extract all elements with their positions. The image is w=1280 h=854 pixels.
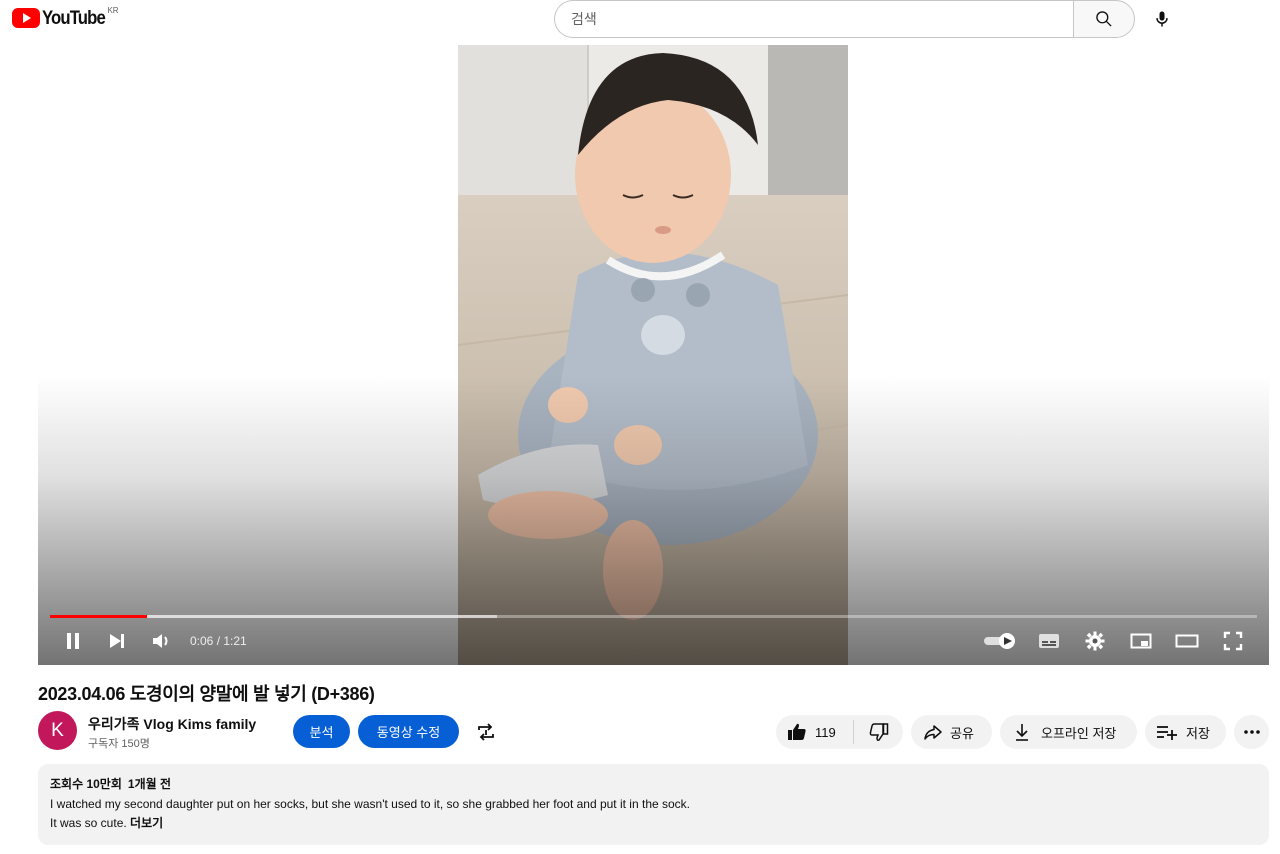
description-meta: 조회수 10만회 1개월 전: [50, 775, 1257, 795]
settings-button[interactable]: [1082, 627, 1108, 655]
fullscreen-icon: [1223, 631, 1243, 651]
description-box[interactable]: 조회수 10만회 1개월 전 I watched my second daught…: [38, 764, 1269, 845]
thumbs-up-icon: [788, 723, 806, 740]
masthead: YouTube KR 검색: [0, 0, 1280, 40]
share-button[interactable]: 공유: [911, 715, 992, 749]
next-icon: [110, 634, 124, 648]
description-line-2-wrap: It was so cute. 더보기: [50, 814, 1257, 834]
theater-icon: [1175, 634, 1199, 648]
theater-mode-button[interactable]: [1174, 627, 1200, 655]
pause-button[interactable]: [60, 627, 86, 655]
show-more-link[interactable]: 더보기: [130, 816, 163, 830]
view-count: 조회수 10만회: [50, 777, 122, 791]
repeat-button[interactable]: [475, 721, 497, 748]
share-label: 공유: [950, 725, 974, 741]
search-box: 검색: [554, 0, 1135, 38]
player-controls: 0:06 / 1:21: [38, 627, 1269, 655]
save-button[interactable]: 저장: [1145, 715, 1226, 749]
miniplayer-button[interactable]: [1128, 627, 1154, 655]
progress-bar[interactable]: [50, 615, 1257, 618]
youtube-play-icon: [12, 8, 40, 28]
voice-search-button[interactable]: [1145, 2, 1179, 36]
volume-icon: [153, 634, 168, 648]
subscriber-count: 구독자 150명: [88, 738, 150, 750]
next-button[interactable]: [104, 627, 130, 655]
channel-name[interactable]: 우리가족 Vlog Kims family: [88, 714, 256, 734]
search-button[interactable]: [1073, 0, 1135, 38]
like-dislike-group: 119: [776, 715, 903, 749]
share-icon: [924, 725, 942, 740]
fullscreen-button[interactable]: [1220, 627, 1246, 655]
mic-icon: [1156, 11, 1168, 27]
video-player[interactable]: 0:06 / 1:21: [38, 45, 1269, 665]
youtube-logo[interactable]: YouTube KR: [12, 6, 119, 30]
miniplayer-icon: [1130, 633, 1152, 649]
progress-played: [50, 615, 147, 618]
like-count: 119: [815, 724, 836, 740]
player-gradient: [38, 375, 1269, 665]
download-button[interactable]: 오프라인 저장: [1000, 715, 1137, 749]
search-input[interactable]: 검색: [554, 0, 1073, 38]
upload-age: 1개월 전: [127, 777, 172, 791]
channel-avatar[interactable]: K: [38, 711, 77, 750]
owner-row: K 우리가족 Vlog Kims family 구독자 150명 분석 동영상 …: [38, 711, 1269, 751]
playlist-add-icon: [1157, 726, 1177, 740]
repeat-icon: [478, 723, 494, 741]
save-label: 저장: [1186, 725, 1210, 741]
autoplay-icon: [984, 633, 1015, 649]
time-display: 0:06 / 1:21: [190, 634, 247, 648]
subtitles-button[interactable]: [1036, 627, 1062, 655]
edit-video-button[interactable]: 동영상 수정: [358, 715, 459, 748]
region-code: KR: [107, 6, 119, 15]
volume-button[interactable]: [148, 627, 176, 655]
video-title: 2023.04.06 도경이의 양말에 발 넣기 (D+386): [38, 684, 375, 704]
more-actions-button[interactable]: [1234, 715, 1269, 749]
description-line-2: It was so cute.: [50, 816, 127, 830]
analytics-button[interactable]: 분석: [293, 715, 350, 748]
download-icon: [1016, 724, 1028, 741]
logo-text: YouTube: [42, 8, 106, 29]
gear-icon: [1085, 631, 1105, 651]
description-line-1: I watched my second daughter put on her …: [50, 796, 691, 811]
download-label: 오프라인 저장: [1041, 725, 1117, 741]
thumbs-down-icon: [869, 723, 888, 741]
subtitles-icon: [1039, 634, 1059, 648]
like-button[interactable]: 119: [776, 715, 853, 749]
more-horizontal-icon: [1243, 730, 1260, 734]
search-icon: [1096, 11, 1112, 27]
autoplay-toggle[interactable]: [982, 627, 1018, 655]
pause-icon: [67, 633, 79, 649]
dislike-button[interactable]: [854, 715, 903, 749]
